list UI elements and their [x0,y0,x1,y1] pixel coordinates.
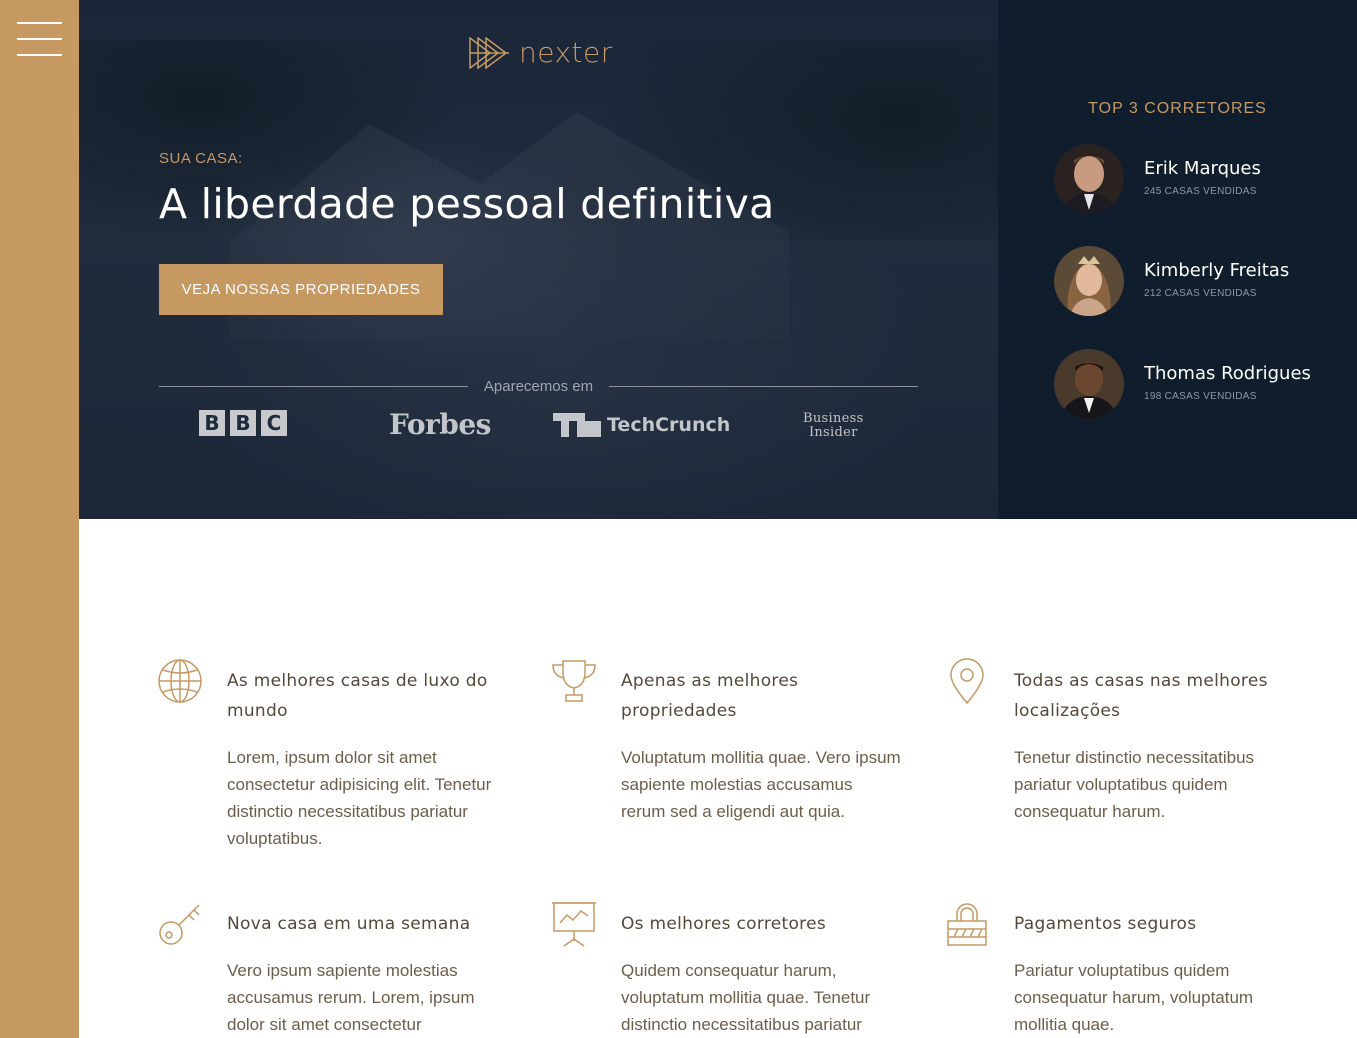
top-realtors-panel: TOP 3 CORRETORES Erik Marques 245 CASAS … [998,0,1357,519]
realtors-title: TOP 3 CORRETORES [1088,100,1267,117]
feature-text: Quidem consequatur harum, voluptatum mol… [621,961,871,1034]
feature-item: Pagamentos seguros Pariatur voluptatibus… [944,901,1304,1038]
feature-title: Apenas as melhores propriedades [621,671,799,721]
realtor-sales: 198 CASAS VENDIDAS [1144,391,1257,402]
hero-title: A liberdade pessoal definitiva [159,180,775,228]
feature-text: Tenetur distinctio necessitatibus pariat… [1014,748,1255,821]
lock-icon [947,903,987,946]
realtor-sales: 212 CASAS VENDIDAS [1144,288,1257,299]
feature-item: Os melhores corretores Quidem consequatu… [551,901,911,1038]
realtor-card[interactable]: Erik Marques 245 CASAS VENDIDAS [1054,144,1354,214]
feature-item: Nova casa em uma semana Vero ipsum sapie… [157,901,517,1038]
feature-title: Todas as casas nas melhores localizações [1014,671,1268,721]
hamburger-menu-icon[interactable] [17,22,62,58]
press-logo-techcrunch: TechCrunch [553,413,730,437]
feature-title: Pagamentos seguros [1014,914,1197,934]
triangle-play-logo-icon [469,36,509,69]
feature-text: Lorem, ipsum dolor sit amet consectetur … [227,748,492,848]
feature-title: As melhores casas de luxo do mundo [227,671,488,721]
feature-text: Pariatur voluptatibus quidem consequatur… [1014,961,1254,1034]
avatar [1054,349,1124,419]
hero-subtitle: SUA CASA: [159,150,243,167]
brand-logo[interactable]: nexter [469,36,613,69]
press-logo-business-insider: Business Insider [803,411,864,440]
globe-icon [158,659,202,703]
view-properties-button[interactable]: VEJA NOSSAS PROPRIEDADES [159,264,443,315]
seen-on-divider: Aparecemos em [159,376,918,396]
presentation-chart-icon [552,902,596,947]
feature-item: Apenas as melhores propriedades Voluptat… [551,658,911,858]
feature-item: As melhores casas de luxo do mundo Lorem… [157,658,517,858]
press-logo-bbc: B B C [199,410,292,436]
sidebar [0,0,79,1038]
feature-item: Todas as casas nas melhores localizações… [944,658,1304,858]
realtor-name: Kimberly Freitas [1144,260,1290,281]
key-icon [159,904,200,945]
realtor-card[interactable]: Kimberly Freitas 212 CASAS VENDIDAS [1054,246,1354,316]
realtor-card[interactable]: Thomas Rodrigues 198 CASAS VENDIDAS [1054,349,1354,419]
seen-on-label: Aparecemos em [483,377,594,395]
press-logo-forbes: Forbes [389,408,491,441]
feature-title: Os melhores corretores [621,914,827,934]
techcrunch-mark-icon [553,413,601,437]
feature-title: Nova casa em uma semana [227,914,471,934]
feature-text: Voluptatum mollitia quae. Vero ipsum sap… [621,748,901,821]
hero-header: nexter SUA CASA: A liberdade pessoal def… [79,0,998,519]
avatar [1054,246,1124,316]
avatar [1054,144,1124,214]
realtor-name: Erik Marques [1144,158,1261,179]
logo-text: nexter [519,36,613,69]
trophy-icon [552,660,596,702]
realtor-sales: 245 CASAS VENDIDAS [1144,186,1257,197]
feature-text: Vero ipsum sapiente molestias accusamus … [227,961,475,1034]
map-pin-icon [950,658,984,704]
realtor-name: Thomas Rodrigues [1144,363,1311,384]
